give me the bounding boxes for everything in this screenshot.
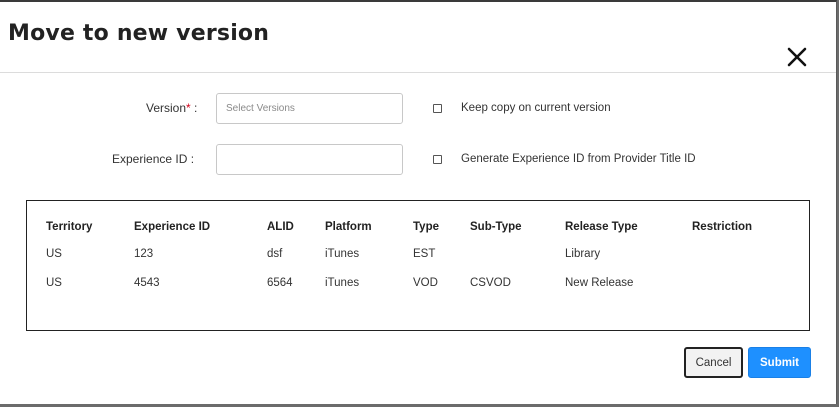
column-header-platform: Platform — [325, 221, 372, 233]
dialog-title: Move to new version — [8, 21, 270, 46]
row2-alid: 6564 — [267, 277, 293, 289]
version-label-text: Version — [146, 101, 187, 115]
move-version-dialog: Move to new version Version* : Keep copy… — [0, 0, 837, 404]
titles-table: Territory Experience ID ALID Platform Ty… — [26, 200, 810, 331]
version-label-colon: : — [190, 101, 198, 115]
row2-experience-id: 4543 — [134, 277, 160, 289]
row2-type: VOD — [413, 277, 438, 289]
column-header-sub-type: Sub-Type — [470, 221, 522, 233]
row1-territory: US — [46, 248, 62, 260]
row2-territory: US — [46, 277, 62, 289]
column-header-restriction: Restriction — [692, 221, 753, 233]
keep-copy-checkbox[interactable] — [433, 104, 442, 113]
row2-release-type: New Release — [565, 277, 634, 289]
close-button[interactable] — [784, 44, 810, 70]
row2-sub-type: CSVOD — [470, 277, 511, 289]
row2-platform: iTunes — [325, 277, 360, 289]
row1-type: EST — [413, 248, 436, 260]
column-header-experience-id: Experience ID — [134, 221, 211, 233]
submit-button[interactable]: Submit — [748, 347, 811, 378]
column-header-territory: Territory — [46, 221, 93, 233]
keep-copy-label: Keep copy on current version — [461, 102, 611, 114]
generate-id-checkbox[interactable] — [433, 155, 442, 164]
close-icon — [787, 47, 807, 67]
row1-experience-id: 123 — [134, 248, 154, 260]
version-select-input[interactable] — [216, 93, 403, 124]
column-header-alid: ALID — [267, 221, 294, 233]
row1-alid: dsf — [267, 248, 283, 260]
column-header-type: Type — [413, 221, 439, 233]
column-header-release-type: Release Type — [565, 221, 638, 233]
generate-id-label: Generate Experience ID from Provider Tit… — [461, 153, 696, 165]
cancel-button[interactable]: Cancel — [684, 347, 743, 378]
experience-id-label: Experience ID : — [112, 152, 195, 166]
dialog-header: Move to new version — [0, 2, 836, 73]
row1-release-type: Library — [565, 248, 601, 260]
version-label: Version* : — [146, 101, 197, 115]
experience-id-input[interactable] — [216, 144, 403, 175]
row1-platform: iTunes — [325, 248, 360, 260]
